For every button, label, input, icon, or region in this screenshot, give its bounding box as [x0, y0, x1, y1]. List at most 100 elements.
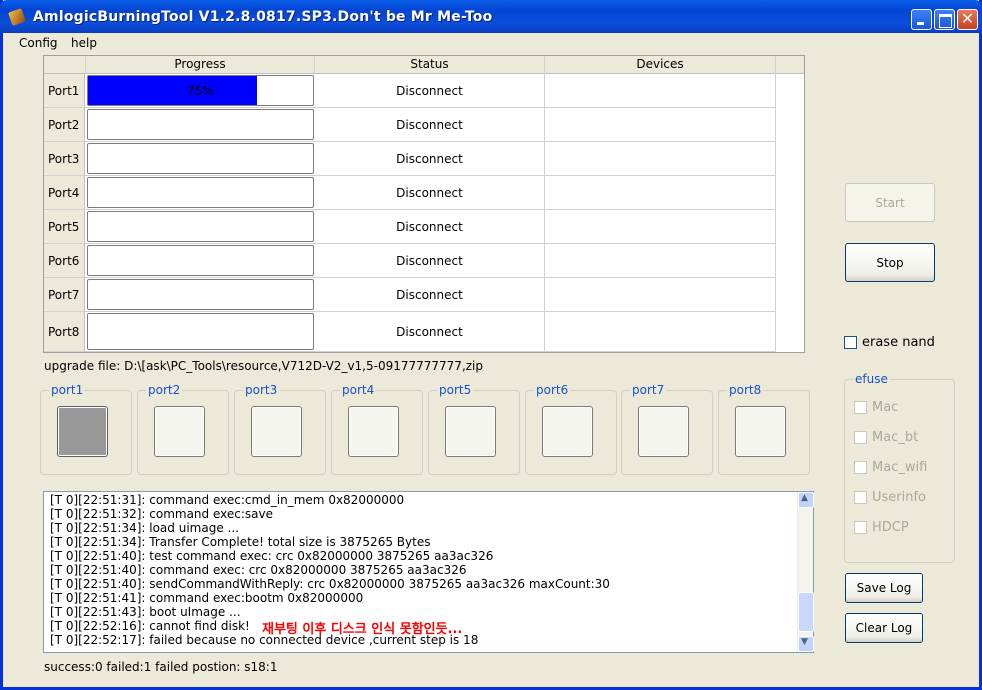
app-window: AmlogicBurningTool V1.2.8.0817.SP3.Don't… — [0, 0, 982, 690]
minimize-button[interactable] — [911, 9, 932, 30]
port-indicator-4: port4 — [331, 383, 423, 475]
port-indicator-label: port8 — [727, 383, 764, 397]
efuse-option-label: HDCP — [872, 520, 909, 535]
log-output[interactable]: [T 0][22:51:31]: command exec:cmd_in_mem… — [43, 491, 814, 653]
port-indicator-3: port3 — [234, 383, 326, 475]
menu-config[interactable]: Config — [19, 36, 58, 50]
progress-bar — [87, 177, 314, 208]
status-cell: Disconnect — [315, 74, 545, 107]
efuse-checkbox[interactable] — [854, 431, 867, 444]
port-name: Port1 — [48, 83, 80, 98]
scroll-down-arrow[interactable]: ▼ — [798, 636, 814, 652]
efuse-option[interactable]: Mac_bt — [854, 430, 918, 445]
grid-header: Progress Status Devices — [44, 56, 804, 74]
efuse-checkbox[interactable] — [854, 461, 867, 474]
status-cell: Disconnect — [315, 278, 545, 311]
port-cell: Port1 — [44, 74, 85, 107]
efuse-option[interactable]: Userinfo — [854, 490, 926, 505]
header-port — [44, 56, 86, 74]
efuse-checkbox[interactable] — [854, 401, 867, 414]
status-cell: Disconnect — [315, 108, 545, 141]
efuse-option-label: Mac_bt — [872, 430, 919, 445]
progress-label: 75% — [187, 83, 214, 98]
erase-nand-checkbox[interactable] — [844, 336, 857, 349]
port-status-square — [57, 406, 108, 457]
port-cell: Port5 — [44, 210, 85, 243]
efuse-option[interactable]: HDCP — [854, 520, 909, 535]
status-cell: Disconnect — [315, 210, 545, 243]
port-name: Port6 — [48, 253, 80, 268]
save-log-button[interactable]: Save Log — [845, 573, 923, 603]
port-cell: Port3 — [44, 142, 85, 175]
title-bar[interactable]: AmlogicBurningTool V1.2.8.0817.SP3.Don't… — [0, 0, 982, 33]
device-cell — [545, 74, 776, 107]
status-cell: Disconnect — [315, 142, 545, 175]
log-line: [T 0][22:51:40]: command exec: crc 0x820… — [50, 563, 467, 577]
close-button[interactable]: ✕ — [957, 9, 978, 30]
scroll-up-arrow[interactable]: ▲ — [798, 492, 814, 508]
port-name: Port5 — [48, 219, 80, 234]
port-indicator-label: port4 — [340, 383, 377, 397]
log-scrollbar[interactable]: ▲ ▼ — [797, 492, 814, 652]
menu-help[interactable]: help — [71, 36, 97, 50]
clear-log-button[interactable]: Clear Log — [845, 613, 923, 643]
port-status-square — [154, 406, 205, 457]
chevron-up-icon: ▲ — [801, 493, 808, 503]
port-name: Port2 — [48, 117, 80, 132]
grid-row: Port2 Disconnect — [44, 108, 776, 142]
main-panel: Progress Status Devices Port1 75% Disconne… — [11, 53, 979, 687]
scroll-thumb[interactable] — [798, 592, 814, 632]
maximize-button[interactable] — [934, 9, 955, 30]
port-indicator-1: port1 — [40, 383, 132, 475]
grid-row: Port3 Disconnect — [44, 142, 776, 176]
progress-label — [88, 314, 313, 349]
port-name: Port4 — [48, 185, 80, 200]
progress-cell — [86, 108, 315, 141]
start-button[interactable]: Start — [845, 183, 935, 222]
port-name: Port7 — [48, 287, 80, 302]
device-cell — [545, 278, 776, 311]
port-cell: Port4 — [44, 176, 85, 209]
port-indicator-label: port1 — [49, 383, 86, 397]
close-icon: ✕ — [960, 9, 975, 28]
progress-cell — [86, 176, 315, 209]
app-icon — [8, 8, 26, 26]
device-cell — [545, 312, 776, 351]
progress-cell: 75% — [86, 74, 315, 107]
progress-label — [88, 178, 313, 207]
stop-button[interactable]: Stop — [845, 243, 935, 282]
progress-bar — [87, 143, 314, 174]
progress-cell — [86, 142, 315, 175]
progress-cell — [86, 312, 315, 351]
header-status: Status — [315, 56, 545, 74]
progress-bar: 75% — [87, 75, 314, 106]
progress-label — [88, 212, 313, 241]
menu-bar: Config help — [3, 33, 979, 53]
efuse-option-label: Userinfo — [872, 490, 927, 505]
efuse-checkbox[interactable] — [854, 521, 867, 534]
port-status-square — [348, 406, 399, 457]
efuse-option[interactable]: Mac_wifi — [854, 460, 927, 475]
progress-bar — [87, 109, 314, 140]
efuse-group: efuse Mac Mac_bt Mac_wifi Userinfo HDCP — [844, 372, 955, 563]
port-indicator-6: port6 — [525, 383, 617, 475]
port-status-square — [251, 406, 302, 457]
progress-cell — [86, 210, 315, 243]
progress-bar — [87, 211, 314, 242]
erase-nand-option[interactable]: erase nand — [844, 335, 935, 350]
log-line: [T 0][22:51:40]: sendCommandWithReply: c… — [50, 577, 610, 591]
port-indicator-2: port2 — [137, 383, 229, 475]
port-indicator-label: port6 — [534, 383, 571, 397]
log-line: [T 0][22:51:40]: test command exec: crc … — [50, 549, 494, 563]
efuse-checkbox[interactable] — [854, 491, 867, 504]
chevron-down-icon: ▼ — [801, 637, 808, 647]
port-cell: Port7 — [44, 278, 85, 311]
efuse-option[interactable]: Mac — [854, 400, 898, 415]
device-cell — [545, 142, 776, 175]
port-name: Port3 — [48, 151, 80, 166]
grid-row: Port5 Disconnect — [44, 210, 776, 244]
log-line: [T 0][22:51:34]: Transfer Complete! tota… — [50, 535, 431, 549]
status-cell: Disconnect — [315, 176, 545, 209]
port-indicator-label: port2 — [146, 383, 183, 397]
device-cell — [545, 244, 776, 277]
